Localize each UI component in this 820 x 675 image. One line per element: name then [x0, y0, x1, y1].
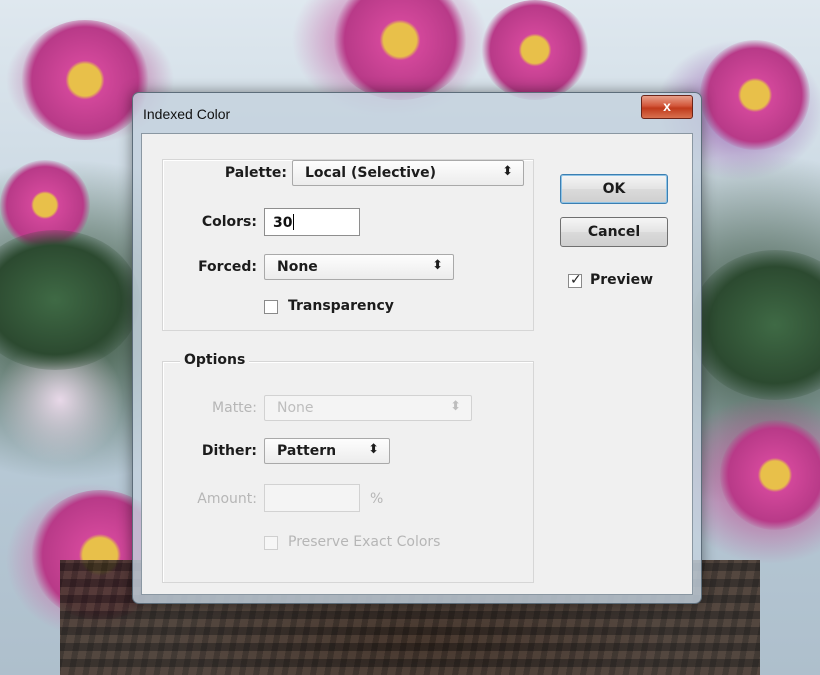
amount-unit: % — [370, 491, 384, 507]
palette-select[interactable]: Local (Selective) ⬍ — [292, 160, 524, 186]
options-legend: Options — [180, 352, 250, 368]
preserve-exact-colors-label: Preserve Exact Colors — [288, 534, 441, 550]
cancel-button[interactable]: Cancel — [560, 217, 668, 247]
dither-value: Pattern — [277, 443, 337, 459]
close-icon: x — [663, 98, 671, 114]
colors-value: 30 — [273, 215, 293, 231]
up-down-arrows-icon: ⬍ — [368, 442, 379, 457]
amount-label: Amount: — [197, 491, 257, 507]
flower — [720, 420, 820, 530]
amount-input — [264, 484, 360, 512]
flower — [700, 40, 810, 150]
forced-label: Forced: — [198, 259, 257, 275]
matte-select: None ⬍ — [264, 395, 472, 421]
matte-label: Matte: — [212, 400, 257, 416]
title-bar[interactable]: Indexed Color x — [133, 93, 701, 133]
text-caret — [293, 214, 295, 230]
flower — [20, 20, 150, 140]
transparency-checkbox[interactable] — [264, 300, 278, 314]
dialog-title: Indexed Color — [143, 106, 231, 122]
up-down-arrows-icon: ⬍ — [502, 164, 513, 179]
close-button[interactable]: x — [641, 95, 693, 119]
flower — [480, 0, 590, 100]
forced-select[interactable]: None ⬍ — [264, 254, 454, 280]
checkmark-icon: ✓ — [570, 272, 582, 288]
colors-input[interactable]: 30 — [264, 208, 360, 236]
transparency-label: Transparency — [288, 298, 394, 314]
palette-value: Local (Selective) — [305, 165, 437, 181]
foliage — [690, 250, 820, 400]
dither-select[interactable]: Pattern ⬍ — [264, 438, 390, 464]
dither-label: Dither: — [201, 443, 257, 459]
foliage — [0, 230, 140, 370]
preview-checkbox[interactable]: ✓ — [568, 272, 582, 288]
forced-value: None — [277, 259, 318, 275]
preview-label: Preview — [590, 272, 654, 288]
ok-button[interactable]: OK — [560, 174, 668, 204]
matte-value: None — [277, 400, 314, 416]
preserve-exact-colors-checkbox — [264, 536, 278, 550]
up-down-arrows-icon: ⬍ — [450, 399, 461, 414]
up-down-arrows-icon: ⬍ — [432, 258, 443, 273]
palette-label: Palette: — [224, 165, 287, 181]
indexed-color-dialog: Indexed Color x Palette: Local (Selectiv… — [132, 92, 702, 604]
colors-label: Colors: — [201, 214, 257, 230]
dialog-body: Palette: Local (Selective) ⬍ Colors: 30 … — [141, 133, 693, 595]
flower — [330, 0, 470, 100]
